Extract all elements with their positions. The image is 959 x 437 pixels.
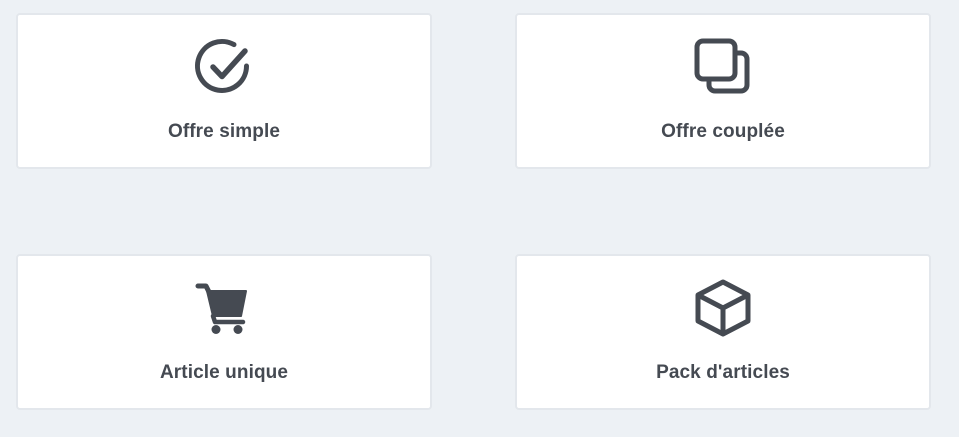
option-card-offre-couplee[interactable]: Offre couplée xyxy=(515,13,931,169)
option-label: Article unique xyxy=(159,362,289,383)
option-label: Offre couplée xyxy=(661,121,785,142)
option-card-pack-articles[interactable]: Pack d'articles xyxy=(515,254,931,410)
box-icon xyxy=(693,278,753,338)
option-card-article-unique[interactable]: Article unique xyxy=(16,254,432,410)
option-label: Offre simple xyxy=(167,121,281,142)
check-circle-icon xyxy=(194,37,254,97)
shopping-cart-icon xyxy=(194,278,254,338)
option-label: Pack d'articles xyxy=(656,362,790,383)
copy-squares-icon xyxy=(693,37,753,97)
option-card-offre-simple[interactable]: Offre simple xyxy=(16,13,432,169)
